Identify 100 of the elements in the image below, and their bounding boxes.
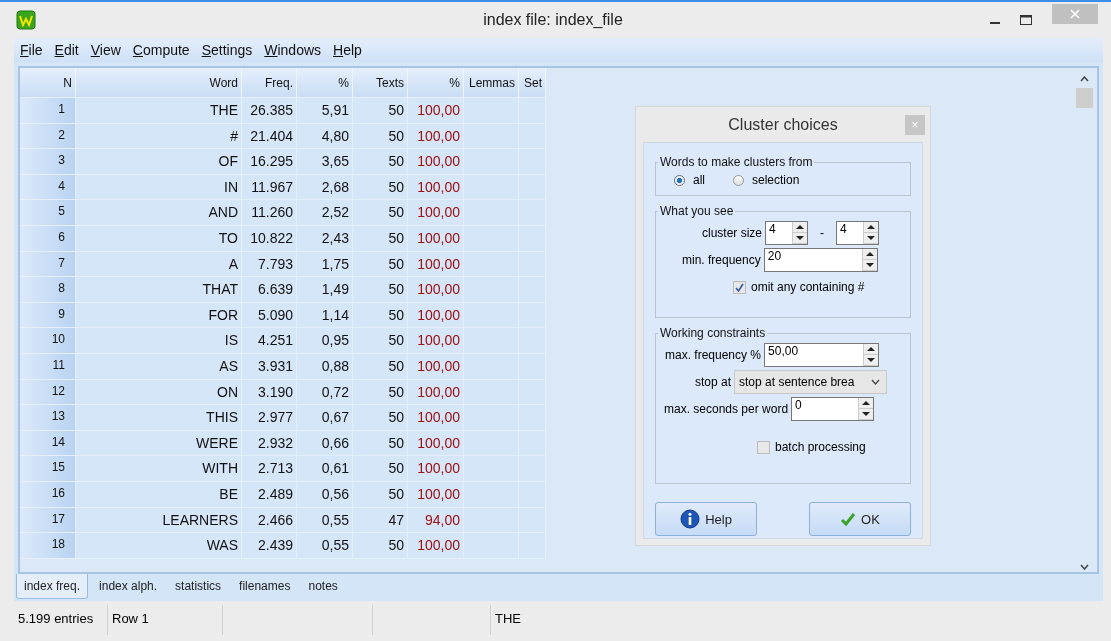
table-cell: 2.932 <box>242 430 297 457</box>
row-number: 18 <box>20 533 76 559</box>
table-cell: 100,00 <box>408 277 464 303</box>
column-header[interactable]: Texts <box>353 68 408 98</box>
table-cell: BE <box>76 481 242 508</box>
menu-item[interactable]: View <box>84 42 127 58</box>
table-cell: 0,55 <box>297 507 353 534</box>
table-cell: 50 <box>353 430 408 457</box>
table-cell: # <box>76 123 242 150</box>
column-header[interactable]: Lemmas <box>464 68 519 98</box>
table-cell: 2,52 <box>297 200 353 226</box>
checkbox-label: batch processing <box>775 440 866 454</box>
menu-item[interactable]: Edit <box>48 42 85 58</box>
row-number: 3 <box>20 149 76 175</box>
field-label: cluster size <box>702 226 763 240</box>
table-cell: 50 <box>353 456 408 482</box>
menu-item[interactable]: Settings <box>195 42 259 58</box>
scroll-thumb[interactable] <box>1075 88 1093 108</box>
status-text: 5.199 entries <box>14 605 108 635</box>
table-cell: 16.295 <box>242 149 297 175</box>
tab[interactable]: notes <box>301 574 345 599</box>
tab[interactable]: filenames <box>232 574 298 599</box>
radio-option[interactable]: selection <box>733 173 800 187</box>
table-cell: AS <box>76 353 242 380</box>
table-cell: 100,00 <box>408 200 464 226</box>
spin-field[interactable]: 50,00 <box>764 343 880 367</box>
spin-field[interactable]: 4 <box>765 221 809 245</box>
field-label: max. frequency % <box>665 348 762 362</box>
table-cell: 94,00 <box>408 507 464 534</box>
table-cell: 6.639 <box>242 277 297 303</box>
tab[interactable]: index alph. <box>92 574 165 599</box>
row-number: 9 <box>20 302 76 329</box>
checkbox[interactable] <box>733 280 746 294</box>
spin-field[interactable]: 4 <box>836 221 880 245</box>
table-cell: 2,43 <box>297 225 353 252</box>
tab[interactable]: statistics <box>168 574 229 599</box>
radio-option[interactable]: all <box>674 173 705 187</box>
table-cell: THAT <box>76 277 242 303</box>
row-number: 10 <box>20 328 76 354</box>
maximize-icon[interactable] <box>1020 15 1032 25</box>
table-cell: 100,00 <box>408 251 464 278</box>
column-header[interactable]: Set <box>519 68 546 98</box>
spin-field[interactable]: 20 <box>763 248 878 272</box>
row-number: 8 <box>20 277 76 303</box>
menu-item[interactable]: Windows <box>258 42 328 58</box>
row-number: 1 <box>20 98 76 124</box>
table-cell: 5.090 <box>242 302 297 329</box>
table-cell: 50 <box>353 225 408 252</box>
table-cell: 100,00 <box>408 430 464 457</box>
app-logo-icon <box>16 10 36 30</box>
column-header[interactable]: % <box>297 68 353 98</box>
menu-item[interactable]: Compute <box>126 42 196 58</box>
spin-field[interactable]: 0 <box>791 397 875 421</box>
table-cell: 50 <box>353 149 408 175</box>
column-header[interactable]: N <box>20 68 76 98</box>
scroll-up-icon[interactable] <box>1079 76 1089 82</box>
field-label: stop at <box>695 375 732 389</box>
table-cell: 2.439 <box>242 533 297 559</box>
column-header[interactable]: % <box>408 68 464 98</box>
table-cell: ON <box>76 379 242 406</box>
table-cell: LEARNERS <box>76 507 242 534</box>
table-cell: 26.385 <box>242 98 297 124</box>
tab[interactable]: index freq. <box>16 574 89 600</box>
chevron-down-icon <box>871 379 881 385</box>
scroll-down-icon[interactable] <box>1079 564 1089 571</box>
range-dash: - <box>820 226 825 240</box>
menu-item[interactable]: File <box>14 42 49 58</box>
dropdown[interactable]: stop at sentence brea <box>734 370 888 394</box>
row-number: 16 <box>20 481 76 508</box>
help-button[interactable]: Help <box>655 502 757 536</box>
table-cell: 47 <box>353 507 408 534</box>
table-cell: 0,72 <box>297 379 353 406</box>
table-cell: 50 <box>353 353 408 380</box>
row-number: 11 <box>20 353 76 380</box>
column-header[interactable]: Word <box>76 68 242 98</box>
table-cell: OF <box>76 149 242 175</box>
table-cell: WITH <box>76 456 242 482</box>
table-cell: 100,00 <box>408 149 464 175</box>
checkbox[interactable] <box>757 440 770 454</box>
table-cell: 100,00 <box>408 123 464 150</box>
ok-button[interactable]: OK <box>809 502 911 536</box>
table-cell: 0,55 <box>297 533 353 559</box>
status-text: THE <box>494 610 522 628</box>
menu-item[interactable]: Help <box>327 42 368 58</box>
table-cell: 0,56 <box>297 481 353 508</box>
row-number: 2 <box>20 123 76 150</box>
table-cell: 50 <box>353 277 408 303</box>
table-cell: 7.793 <box>242 251 297 278</box>
table-cell: 50 <box>353 481 408 508</box>
table-cell: 100,00 <box>408 481 464 508</box>
table-cell: TO <box>76 225 242 252</box>
table-cell: A <box>76 251 242 278</box>
table-cell: WAS <box>76 533 242 559</box>
table-cell: 1,75 <box>297 251 353 278</box>
table-cell: 100,00 <box>408 405 464 431</box>
column-header[interactable]: Freq. <box>242 68 297 98</box>
table-cell: 50 <box>353 379 408 406</box>
table-cell: 100,00 <box>408 174 464 201</box>
table-cell: 0,88 <box>297 353 353 380</box>
table-cell: 2.489 <box>242 481 297 508</box>
